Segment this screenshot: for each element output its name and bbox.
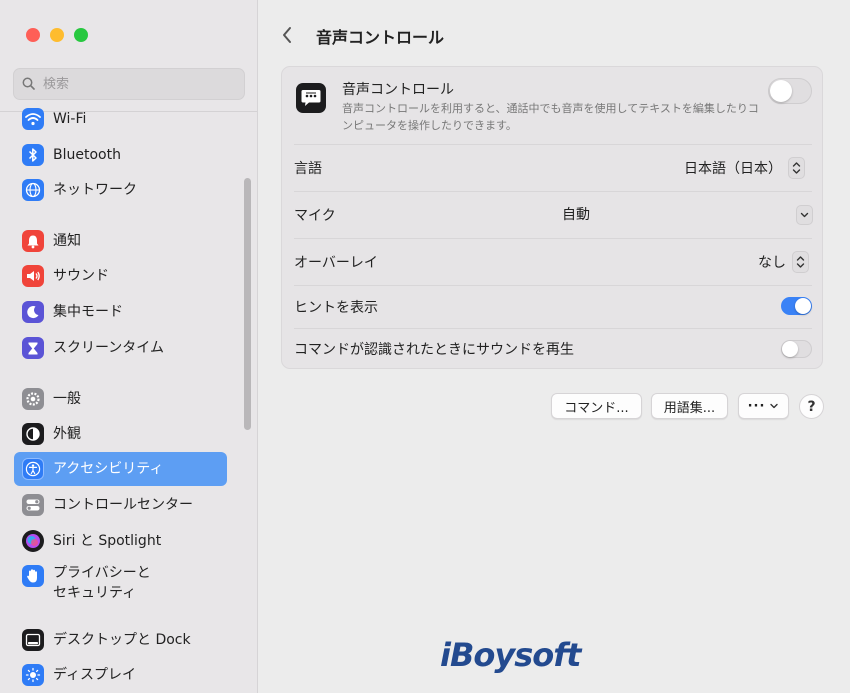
sidebar-item-siri-spotlight[interactable]: Siri と Spotlight	[14, 524, 227, 558]
overlay-value: なし	[758, 255, 786, 271]
moon-icon	[22, 301, 44, 323]
globe-icon	[22, 179, 44, 201]
sidebar-item-focus[interactable]: 集中モード	[14, 295, 227, 329]
close-window-button[interactable]	[26, 28, 40, 42]
sidebar-item-label: プライバシーと セキュリティ	[53, 563, 151, 603]
updown-chevron-icon	[788, 157, 805, 179]
bell-icon	[22, 230, 44, 252]
speech-bubble-icon	[301, 90, 321, 106]
sidebar-item-label: Bluetooth	[53, 147, 121, 163]
voice-control-description: 音声コントロールを利用すると、通話中でも音声を使用してテキストを編集したりコンピ…	[342, 102, 759, 132]
updown-chevron-icon	[792, 251, 809, 273]
sidebar-item-sound[interactable]: サウンド	[14, 259, 227, 293]
minimize-window-button[interactable]	[50, 28, 64, 42]
chevron-left-icon	[283, 27, 291, 43]
chevron-down-icon	[770, 403, 779, 409]
hand-icon	[22, 565, 44, 587]
voice-control-app-icon	[296, 83, 326, 113]
sidebar-item-label: アクセシビリティ	[53, 461, 164, 477]
search-field[interactable]	[13, 68, 245, 100]
wifi-icon	[22, 108, 44, 130]
toggle-knob	[770, 80, 792, 102]
bluetooth-icon	[22, 144, 44, 166]
sidebar-item-bluetooth[interactable]: Bluetooth	[14, 138, 227, 172]
sidebar-item-label: デスクトップと Dock	[53, 632, 191, 648]
sidebar-item-label: 集中モード	[53, 304, 123, 320]
sidebar-item-label: スクリーンタイム	[53, 340, 165, 356]
hints-toggle[interactable]	[781, 297, 812, 315]
mic-value: 自動	[562, 207, 590, 223]
voice-control-toggle[interactable]	[768, 78, 812, 104]
page-title: 音声コントロール	[316, 28, 445, 47]
sidebar-item-privacy-security[interactable]: プライバシーと セキュリティ	[14, 561, 227, 605]
sound-toggle[interactable]	[781, 340, 812, 358]
toggle-knob	[782, 341, 798, 357]
sidebar-item-wifi[interactable]: Wi-Fi	[14, 102, 227, 136]
language-popup[interactable]: 日本語（日本）	[684, 157, 805, 179]
mic-popup[interactable]: 自動	[562, 204, 813, 225]
chevron-down-icon	[796, 205, 813, 225]
sidebar-scrollbar[interactable]	[244, 178, 251, 430]
sidebar-item-label: 一般	[53, 391, 81, 407]
sidebar-item-label: Siri と Spotlight	[53, 533, 162, 549]
siri-icon	[22, 530, 44, 552]
sidebar-item-label-line: セキュリティ	[53, 585, 137, 601]
sidebar-item-label: ネットワーク	[53, 182, 137, 198]
hints-label: ヒントを表示	[294, 300, 378, 316]
sidebar-item-displays[interactable]: ディスプレイ	[14, 658, 227, 692]
appearance-icon	[22, 423, 44, 445]
voice-control-title: 音声コントロール	[342, 82, 454, 98]
speaker-icon	[22, 265, 44, 287]
language-value: 日本語（日本）	[684, 161, 782, 177]
more-label: ···	[747, 398, 766, 414]
overlay-label: オーバーレイ	[294, 255, 378, 271]
sidebar-item-control-center[interactable]: コントロールセンター	[14, 488, 227, 522]
sidebar-item-notifications[interactable]: 通知	[14, 224, 227, 258]
back-button[interactable]	[280, 24, 298, 46]
gear-icon	[22, 388, 44, 410]
sidebar-item-label: サウンド	[53, 268, 109, 284]
settings-card: 音声コントロール 音声コントロールを利用すると、通話中でも音声を使用してテキスト…	[281, 66, 823, 369]
sidebar-item-general[interactable]: 一般	[14, 382, 227, 416]
switches-icon	[22, 494, 44, 516]
sound-row: コマンドが認識されたときにサウンドを再生	[294, 329, 812, 369]
sidebar-item-screen-time[interactable]: スクリーンタイム	[14, 331, 227, 365]
accessibility-icon	[22, 458, 44, 480]
sidebar-item-label: 外観	[53, 426, 81, 442]
overlay-popup[interactable]: なし	[758, 251, 809, 273]
zoom-window-button[interactable]	[74, 28, 88, 42]
hints-row: ヒントを表示	[294, 286, 812, 328]
sound-label: コマンドが認識されたときにサウンドを再生	[294, 342, 574, 358]
language-label: 言語	[294, 161, 322, 177]
sidebar-item-desktop-dock[interactable]: デスクトップと Dock	[14, 623, 227, 657]
sidebar: Wi-Fi Bluetooth ネットワーク 通知	[0, 0, 258, 693]
search-input[interactable]	[41, 75, 235, 93]
sidebar-item-label: 通知	[53, 233, 81, 249]
mic-label: マイク	[294, 208, 336, 224]
sidebar-item-label: コントロールセンター	[53, 497, 193, 513]
iboysoft-watermark: iBoysoft	[440, 636, 581, 674]
more-menu-button[interactable]: ···	[738, 393, 789, 419]
sun-icon	[22, 664, 44, 686]
dock-icon	[22, 629, 44, 651]
sidebar-item-label: ディスプレイ	[53, 667, 137, 683]
sidebar-item-accessibility[interactable]: アクセシビリティ	[14, 452, 227, 486]
hourglass-icon	[22, 337, 44, 359]
search-icon	[22, 75, 35, 94]
sidebar-item-appearance[interactable]: 外観	[14, 417, 227, 451]
sidebar-item-label-line: プライバシーと	[53, 565, 151, 581]
help-button[interactable]: ?	[799, 394, 824, 419]
settings-window: Wi-Fi Bluetooth ネットワーク 通知	[0, 0, 850, 693]
main-pane: 音声コントロール 音声コントロール 音声コントロールを利用すると、通話中でも音声…	[258, 0, 850, 693]
overlay-row: オーバーレイ	[294, 239, 812, 285]
toggle-knob	[795, 298, 811, 314]
sidebar-item-network[interactable]: ネットワーク	[14, 173, 227, 207]
commands-button[interactable]: コマンド...	[551, 393, 642, 419]
vocabulary-button[interactable]: 用語集...	[651, 393, 728, 419]
sidebar-item-label: Wi-Fi	[53, 111, 87, 127]
